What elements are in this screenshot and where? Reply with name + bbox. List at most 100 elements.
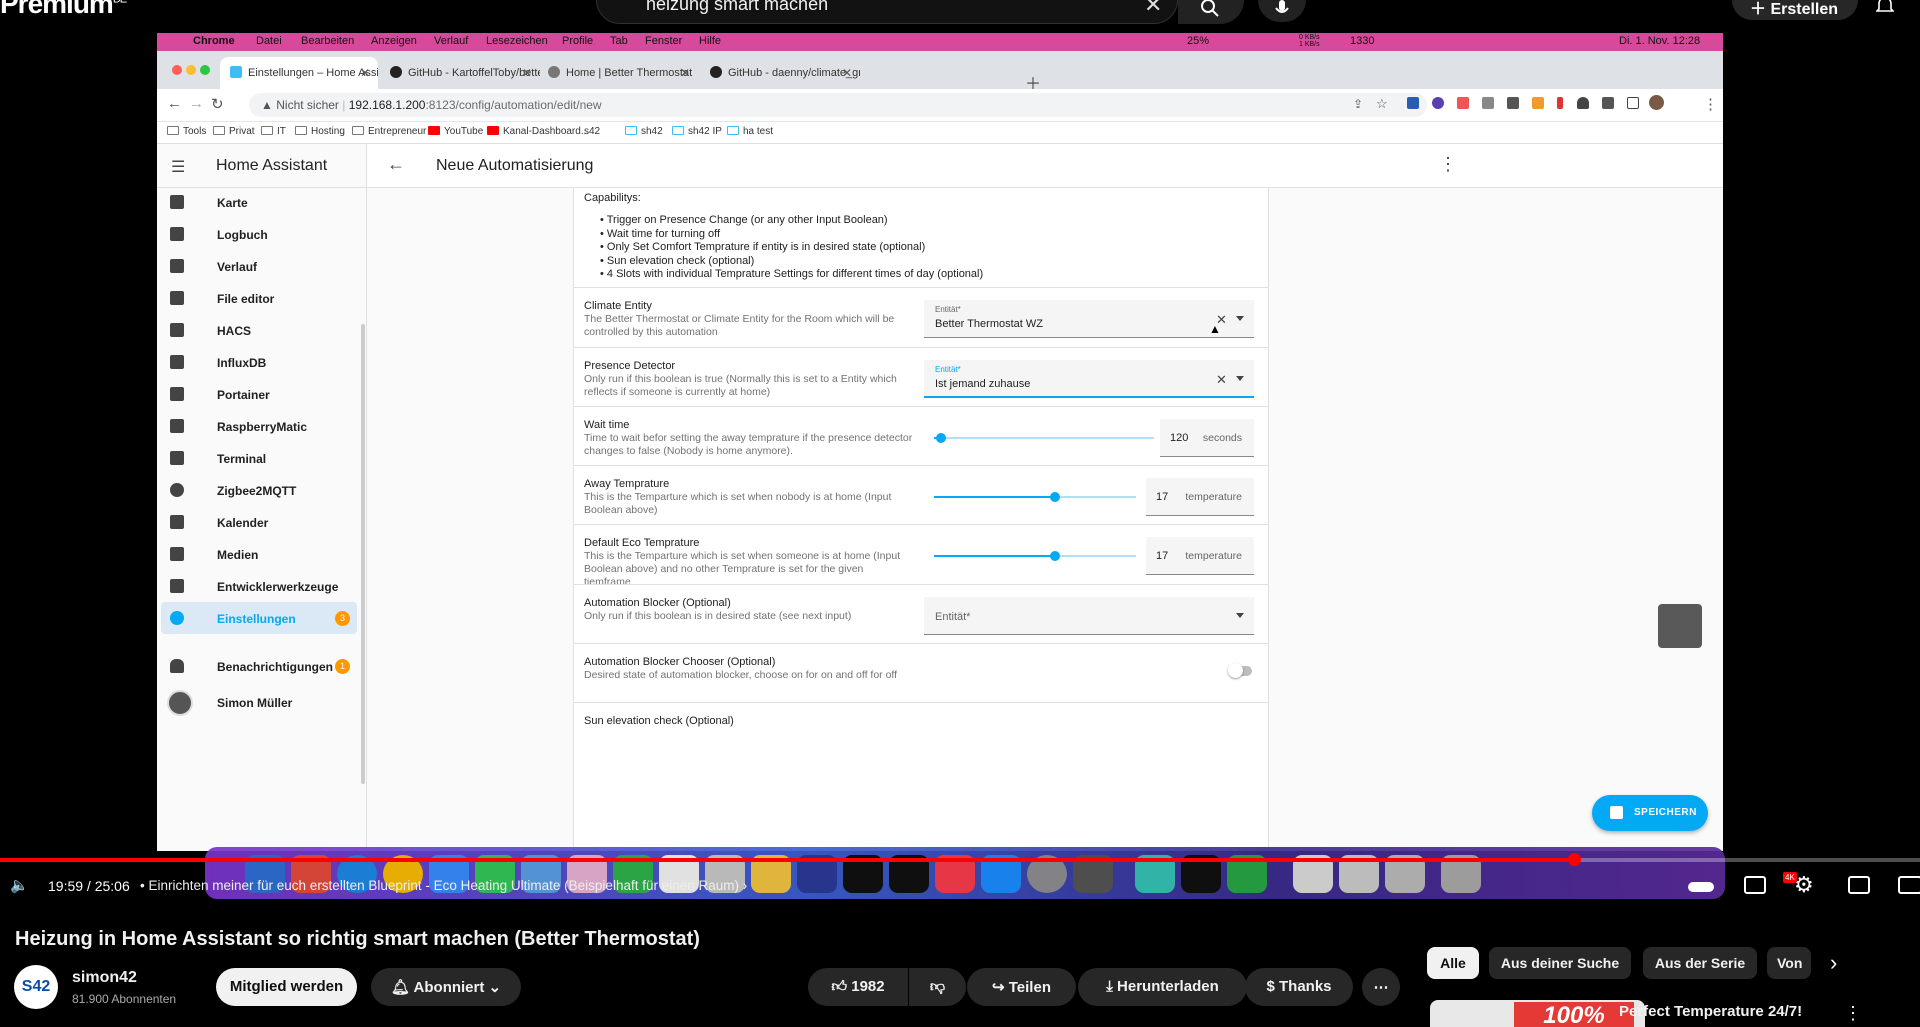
sidebar-item-influxdb[interactable]: InfluxDB bbox=[157, 346, 367, 378]
maximize-window-icon[interactable] bbox=[200, 65, 210, 75]
create-button[interactable]: ＋ Erstellen bbox=[1732, 0, 1858, 20]
battery-percent[interactable]: 25% bbox=[1187, 35, 1209, 47]
sidebar-item-terminal[interactable]: Terminal bbox=[157, 442, 367, 474]
bookmark-sh42-ip[interactable]: sh42 IP bbox=[672, 126, 722, 137]
chip-from-search[interactable]: Aus deiner Suche bbox=[1489, 947, 1631, 979]
slider-handle[interactable] bbox=[1050, 551, 1061, 561]
more-actions-button[interactable]: ⋯ bbox=[1362, 968, 1400, 1006]
menu-tab[interactable]: Tab bbox=[610, 35, 628, 47]
bookmark-youtube[interactable]: YouTube bbox=[428, 126, 483, 137]
sidebar-item-raspberrymatic[interactable]: RaspberryMatic bbox=[157, 410, 367, 442]
recommended-thumbnail[interactable]: 100% bbox=[1430, 1000, 1645, 1027]
tab-github-better-thermostat[interactable]: GitHub - KartoffelToby/better_ ✕ bbox=[380, 57, 540, 89]
chevron-down-icon[interactable] bbox=[1236, 613, 1244, 618]
search-input[interactable]: heizung smart machen bbox=[646, 0, 828, 15]
minimize-window-icon[interactable] bbox=[186, 65, 196, 75]
bookmark-entrepreneur[interactable]: Entrepreneur bbox=[352, 126, 426, 137]
chevron-down-icon[interactable] bbox=[1236, 316, 1244, 321]
channel-avatar[interactable]: S42 bbox=[14, 965, 58, 1009]
save-button[interactable]: SPEICHERN bbox=[1592, 795, 1708, 831]
sidebar-item-medien[interactable]: Medien bbox=[157, 538, 367, 570]
wait-time-slider[interactable] bbox=[934, 433, 1154, 443]
share-button[interactable]: ↪ Teilen bbox=[967, 968, 1076, 1006]
blocker-entity-picker[interactable]: Entität* bbox=[924, 597, 1254, 635]
video-progress-bar[interactable] bbox=[0, 853, 1920, 866]
away-temperature-slider[interactable] bbox=[934, 492, 1136, 502]
away-temperature-input[interactable]: 17 temperature bbox=[1146, 478, 1254, 516]
slider-handle[interactable] bbox=[935, 433, 946, 443]
clear-icon[interactable]: ✕ bbox=[1216, 372, 1227, 388]
chevron-right-icon[interactable]: › bbox=[1830, 950, 1837, 976]
bookmark-privat[interactable]: Privat bbox=[213, 126, 255, 137]
eco-temperature-input[interactable]: 17 temperature bbox=[1146, 537, 1254, 575]
warning-icon[interactable]: ▲ bbox=[261, 98, 273, 112]
forward-icon[interactable]: → bbox=[189, 95, 204, 112]
extension-icon[interactable] bbox=[1457, 97, 1469, 109]
subtitles-icon[interactable] bbox=[1744, 876, 1766, 894]
menu-lesezeichen[interactable]: Lesezeichen bbox=[486, 35, 548, 47]
extension-icon[interactable] bbox=[1432, 97, 1444, 109]
bookmark-s42[interactable]: s42 bbox=[584, 126, 600, 137]
miniplayer-icon[interactable] bbox=[1848, 876, 1870, 894]
bookmark-tools[interactable]: Tools bbox=[167, 126, 206, 137]
join-button[interactable]: Mitglied werden bbox=[216, 968, 357, 1006]
sidebar-item-portainer[interactable]: Portainer bbox=[157, 378, 367, 410]
clear-search-icon[interactable]: ✕ bbox=[1144, 0, 1162, 18]
bookmark-ha-test[interactable]: ha test bbox=[727, 126, 773, 137]
autoplay-toggle[interactable] bbox=[1688, 882, 1714, 892]
slider-handle[interactable] bbox=[1050, 492, 1061, 502]
blocker-chooser-toggle[interactable] bbox=[1228, 663, 1252, 678]
bookmark-star-icon[interactable]: ☆ bbox=[1376, 96, 1388, 112]
menu-app[interactable]: Chrome bbox=[193, 35, 235, 47]
hamburger-menu-icon[interactable]: ☰ bbox=[171, 157, 185, 177]
puzzle-icon[interactable] bbox=[1602, 97, 1614, 109]
subscribed-button[interactable]: 🔔︎ Abonniert ⌄ bbox=[371, 968, 521, 1006]
shield-icon[interactable] bbox=[1577, 97, 1589, 109]
sidebar-item-user[interactable]: Simon Müller bbox=[157, 682, 367, 722]
security-label[interactable]: Nicht sicher bbox=[276, 98, 339, 112]
back-arrow-icon[interactable]: ← bbox=[387, 154, 405, 175]
menubar-counter[interactable]: 1330 bbox=[1350, 35, 1374, 47]
tab-better-thermostat-home[interactable]: Home | Better Thermostat ✕ bbox=[538, 57, 698, 89]
pip-expand-icon[interactable] bbox=[1658, 604, 1702, 648]
share-icon[interactable]: ⇪ bbox=[1353, 97, 1363, 111]
theater-mode-icon[interactable] bbox=[1898, 876, 1920, 894]
bookmark-sh42[interactable]: sh42 bbox=[625, 126, 663, 137]
close-tab-icon[interactable]: ✕ bbox=[680, 66, 690, 80]
menu-bearbeiten[interactable]: Bearbeiten bbox=[301, 35, 354, 47]
sidebar-item-file-editor[interactable]: File editor bbox=[157, 282, 367, 314]
extension-icon[interactable] bbox=[1482, 97, 1494, 109]
overflow-menu-icon[interactable]: ⋮ bbox=[1439, 154, 1457, 175]
tab-home-assistant[interactable]: Einstellungen – Home Assistant✕ bbox=[220, 57, 378, 89]
close-window-icon[interactable] bbox=[172, 65, 182, 75]
sidebar-item-zigbee2mqtt[interactable]: Zigbee2MQTT bbox=[157, 474, 367, 506]
menu-fenster[interactable]: Fenster bbox=[645, 35, 682, 47]
bookmark-hosting[interactable]: Hosting bbox=[295, 126, 345, 137]
channel-name[interactable]: simon42 bbox=[72, 969, 137, 987]
menu-verlauf[interactable]: Verlauf bbox=[434, 35, 468, 47]
chip-from-series[interactable]: Aus der Serie bbox=[1643, 947, 1757, 979]
extension-icon[interactable] bbox=[1557, 97, 1563, 109]
extension-icon[interactable] bbox=[1507, 97, 1519, 109]
menu-anzeigen[interactable]: Anzeigen bbox=[371, 35, 417, 47]
notifications-bell-icon[interactable] bbox=[1875, 0, 1895, 19]
search-button[interactable] bbox=[1178, 0, 1244, 24]
menu-hilfe[interactable]: Hilfe bbox=[699, 35, 721, 47]
sidepanel-icon[interactable] bbox=[1627, 97, 1639, 109]
sidebar-item-einstellungen[interactable]: Einstellungen 3 bbox=[161, 602, 357, 634]
settings-gear-icon[interactable]: ⚙ bbox=[1794, 872, 1814, 898]
recommended-more-icon[interactable]: ⋮ bbox=[1844, 1003, 1862, 1024]
like-button[interactable]: 👍︎ 1982 bbox=[808, 968, 908, 1006]
chip-from-channel[interactable]: Von bbox=[1767, 947, 1811, 979]
presence-entity-picker[interactable]: Entität* Ist jemand zuhause ✕ bbox=[924, 360, 1254, 398]
wait-time-input[interactable]: 120 seconds bbox=[1160, 419, 1254, 457]
extension-icon[interactable] bbox=[1407, 97, 1419, 109]
back-icon[interactable]: ← bbox=[167, 95, 182, 112]
chevron-down-icon[interactable] bbox=[1236, 376, 1244, 381]
sidebar-item-karte[interactable]: Karte bbox=[157, 186, 367, 218]
recommended-title[interactable]: Perfect Temperature 24/7! bbox=[1619, 1003, 1802, 1020]
eco-temperature-slider[interactable] bbox=[934, 551, 1136, 561]
sidebar-item-verlauf[interactable]: Verlauf bbox=[157, 250, 367, 282]
climate-entity-picker[interactable]: Entität* Better Thermostat WZ ✕ bbox=[924, 300, 1254, 338]
extension-icon[interactable] bbox=[1532, 97, 1544, 109]
